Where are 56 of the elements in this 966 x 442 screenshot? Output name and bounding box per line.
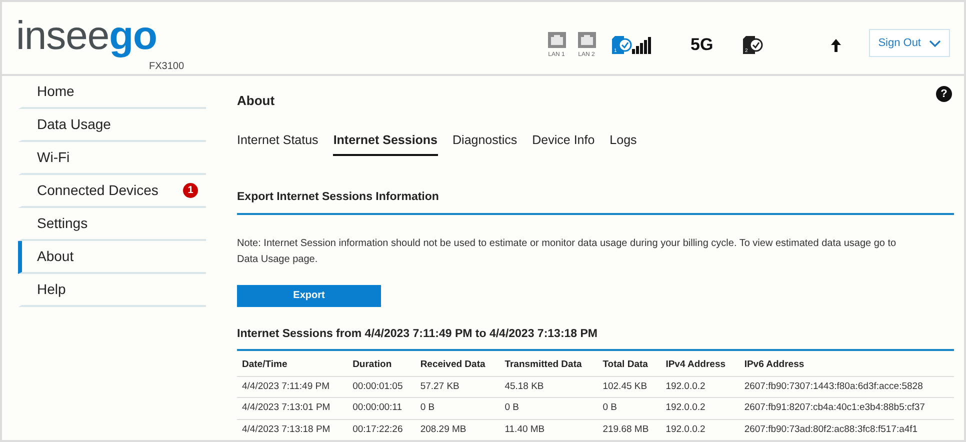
table-cell: 00:00:00:11 [348,398,416,419]
sign-out-button[interactable]: Sign Out [869,29,950,57]
table-cell: 4/4/2023 7:13:18 PM [237,419,348,440]
table-cell: 4/4/2023 7:13:01 PM [237,398,348,419]
nav-item[interactable]: Connected Devices 1 [18,175,206,208]
table-cell: 00:17:22:26 [348,419,416,440]
section-heading: Export Internet Sessions Information [237,189,954,214]
table-cell: 2607:fb91:8207:cb4a:40c1:e3b4:88b5:cf37 [739,398,954,419]
column-header: Date/Time [237,350,348,376]
ethernet-port-icon [578,32,596,48]
table-cell: 219.68 MB [598,419,661,440]
upload-arrow-icon [831,38,842,52]
nav-item[interactable]: Home [18,76,206,109]
chevron-down-icon [929,40,941,46]
table-cell: 4/4/2023 7:11:49 PM [237,376,348,398]
tab[interactable]: Device Info [532,130,595,156]
network-type-label: 5G [690,34,714,56]
column-header: Received Data [415,350,500,376]
table-cell: 57.27 KB [415,376,500,398]
export-button[interactable]: Export [237,284,381,306]
count-badge: 1 [183,183,198,198]
note-text: Note: Internet Session information should not be used to estimate or monitor data usage during your billing cycle. To view estimated data usage go to Data Usage page. [237,236,898,266]
table-cell: 11.40 MB [500,419,598,440]
table-cell: 2607:fb90:73ad:80f2:ac88:3fc8:f517:a4f1 [739,419,954,440]
table-cell: 45.18 KB [500,376,598,398]
table-cell: 0 B [598,398,661,419]
page-title: About [237,92,275,110]
tab[interactable]: Diagnostics [452,130,518,156]
nav-item[interactable]: Data Usage [18,109,206,142]
table-cell: 192.0.0.2 [660,398,740,419]
column-header: Transmitted Data [500,350,598,376]
table-cell: 0 B [500,398,598,419]
column-header: Total Data [598,350,661,376]
table-cell: 2607:fb90:7307:1443:f80a:6d3f:acce:5828 [739,376,954,398]
nav-item[interactable]: About [18,241,206,274]
tab[interactable]: Internet Status [237,130,318,156]
nav-item[interactable]: Settings [18,208,206,241]
ethernet-port-icon [548,32,566,48]
column-header: IPv4 Address [660,350,740,376]
nav-item[interactable]: Wi-Fi [18,142,206,175]
table-cell: 208.29 MB [415,419,500,440]
column-header: Duration [348,350,416,376]
table-cell: 192.0.0.2 [660,419,740,440]
help-button[interactable]: ? [936,86,952,102]
table-cell: 102.45 KB [598,376,661,398]
table-cell: 00:00:01:05 [348,376,416,398]
table-cell: 192.0.0.2 [660,376,740,398]
nav-item[interactable]: Help [18,274,206,307]
tab[interactable]: Internet Sessions [333,130,438,156]
signal-icon [632,36,650,54]
model-label: FX3100 [149,60,184,74]
table-cell: 0 B [415,398,500,419]
column-header: IPv6 Address [739,350,954,376]
tab[interactable]: Logs [610,130,637,156]
section-heading: Internet Sessions from 4/4/2023 7:11:49 PM to 4/4/2023 7:13:18 PM [237,326,954,351]
logo: inseego [16,16,158,56]
